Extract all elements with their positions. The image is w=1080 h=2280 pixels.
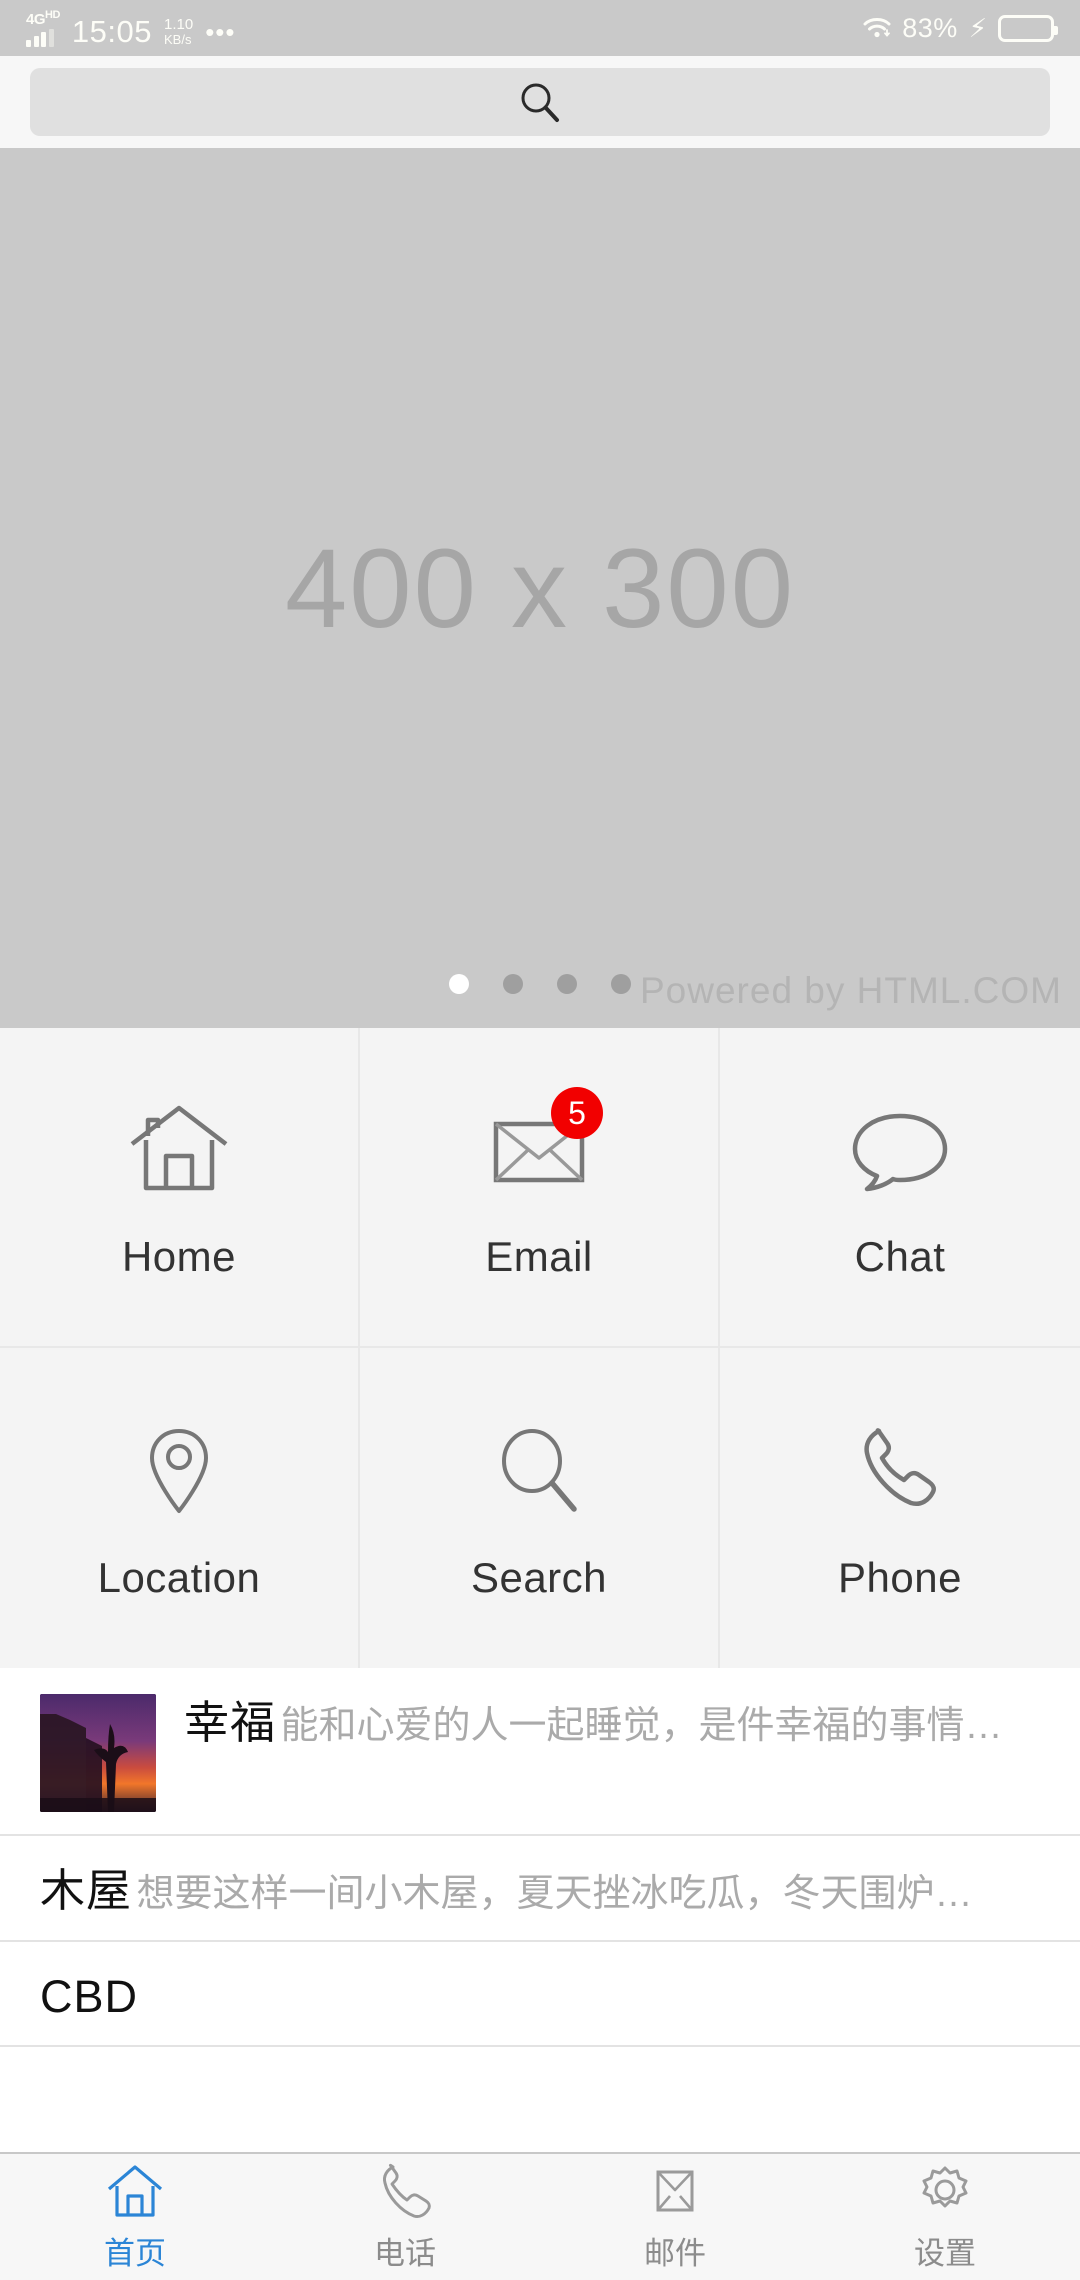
phone-icon bbox=[374, 2162, 436, 2220]
tab-home[interactable]: 首页 bbox=[0, 2162, 270, 2273]
grid-item-label: Chat bbox=[854, 1233, 946, 1280]
list-item-body: CBD bbox=[40, 1968, 1040, 2023]
email-badge: 5 bbox=[551, 1087, 603, 1139]
carousel-dot-1[interactable] bbox=[449, 974, 469, 994]
grid-item-label: Home bbox=[121, 1233, 237, 1280]
list-item-title: CBD bbox=[40, 1970, 139, 2022]
list-item[interactable]: CBD bbox=[0, 1942, 1080, 2047]
tab-label: 邮件 bbox=[644, 2235, 706, 2271]
search-input[interactable] bbox=[30, 68, 1050, 136]
grid-item-label: Location bbox=[97, 1554, 261, 1601]
tab-email[interactable]: 邮件 bbox=[540, 2162, 810, 2273]
list-item[interactable]: 幸福 能和心爱的人一起睡觉，是件幸福的事情… bbox=[0, 1668, 1080, 1836]
image-carousel[interactable]: 400 x 300 Powered by HTML.COM bbox=[0, 148, 1080, 1028]
chat-bubble-icon bbox=[840, 1093, 960, 1203]
data-rate-indicator: 1.10 KB/s bbox=[164, 17, 193, 46]
grid-item-email[interactable]: 5 Email bbox=[360, 1028, 720, 1348]
cellular-indicator: 4GHD bbox=[26, 8, 60, 47]
carousel-dot-2[interactable] bbox=[503, 974, 523, 994]
tab-label: 电话 bbox=[374, 2235, 436, 2271]
shortcut-grid: Home 5 Email Chat Location Search Phone bbox=[0, 1028, 1080, 1668]
tab-settings[interactable]: 设置 bbox=[810, 2162, 1080, 2273]
grid-item-home[interactable]: Home bbox=[0, 1028, 360, 1348]
search-icon bbox=[517, 79, 563, 125]
list-item-title: 木屋 bbox=[40, 1865, 133, 1916]
carousel-placeholder-text: 400 x 300 bbox=[285, 525, 795, 651]
more-horizontal-icon: ••• bbox=[205, 16, 236, 47]
signal-bars-icon bbox=[26, 28, 54, 47]
envelope-icon: 5 bbox=[479, 1087, 603, 1203]
app-root: 4GHD 15:05 1.10 KB/s ••• 83% ⚡ 400 x 300… bbox=[0, 0, 1080, 2280]
article-list[interactable]: 幸福 能和心爱的人一起睡觉，是件幸福的事情… 木屋 想要这样一间小木屋，夏天挫冰… bbox=[0, 1668, 1080, 2152]
status-clock: 15:05 bbox=[71, 13, 152, 49]
list-item-body: 木屋 想要这样一间小木屋，夏天挫冰吃瓜，冬天围炉… bbox=[40, 1862, 1040, 1918]
wifi-download-icon bbox=[863, 17, 891, 39]
carousel-dot-4[interactable] bbox=[611, 974, 631, 994]
grid-item-chat[interactable]: Chat bbox=[720, 1028, 1080, 1348]
grid-item-phone[interactable]: Phone bbox=[720, 1348, 1080, 1668]
grid-item-location[interactable]: Location bbox=[0, 1348, 360, 1668]
envelope-icon bbox=[644, 2162, 706, 2220]
list-item-subtitle: 能和心爱的人一起睡觉，是件幸福的事情… bbox=[280, 1705, 1003, 1747]
grid-item-search[interactable]: Search bbox=[360, 1348, 720, 1668]
home-icon bbox=[104, 2162, 166, 2220]
battery-percent-label: 83% bbox=[902, 12, 958, 43]
list-item-body: 幸福 能和心爱的人一起睡觉，是件幸福的事情… bbox=[184, 1694, 1040, 1812]
tab-phone[interactable]: 电话 bbox=[270, 2162, 540, 2273]
carousel-pagination-dots[interactable] bbox=[0, 974, 1080, 994]
lightning-bolt-icon: ⚡ bbox=[968, 13, 987, 43]
tab-label: 首页 bbox=[104, 2235, 166, 2271]
search-bar-container bbox=[0, 56, 1080, 148]
status-bar: 4GHD 15:05 1.10 KB/s ••• 83% ⚡ bbox=[0, 0, 1080, 56]
map-pin-icon bbox=[119, 1414, 239, 1524]
sunset-city-thumbnail bbox=[40, 1694, 156, 1812]
magnifier-icon bbox=[479, 1414, 599, 1524]
grid-item-label: Phone bbox=[838, 1554, 962, 1601]
battery-icon bbox=[998, 14, 1058, 42]
bottom-tab-bar: 首页 电话 邮件 设置 bbox=[0, 2152, 1080, 2280]
home-icon bbox=[119, 1093, 239, 1203]
list-item-title: 幸福 bbox=[184, 1697, 277, 1748]
grid-item-label: Email bbox=[485, 1233, 593, 1280]
status-bar-left: 4GHD 15:05 1.10 KB/s ••• bbox=[26, 8, 863, 49]
status-bar-right: 83% ⚡ bbox=[863, 12, 1058, 44]
data-rate-unit: KB/s bbox=[163, 31, 192, 47]
carousel-dot-3[interactable] bbox=[557, 974, 577, 994]
tab-label: 设置 bbox=[914, 2235, 976, 2271]
list-item[interactable]: 木屋 想要这样一间小木屋，夏天挫冰吃瓜，冬天围炉… bbox=[0, 1836, 1080, 1942]
list-item-subtitle: 想要这样一间小木屋，夏天挫冰吃瓜，冬天围炉… bbox=[136, 1873, 973, 1915]
gear-icon bbox=[914, 2162, 976, 2220]
grid-item-label: Search bbox=[470, 1554, 608, 1601]
data-rate-value: 1.10 bbox=[163, 16, 194, 34]
network-type-label: 4GHD bbox=[26, 8, 60, 28]
phone-icon bbox=[840, 1414, 960, 1524]
